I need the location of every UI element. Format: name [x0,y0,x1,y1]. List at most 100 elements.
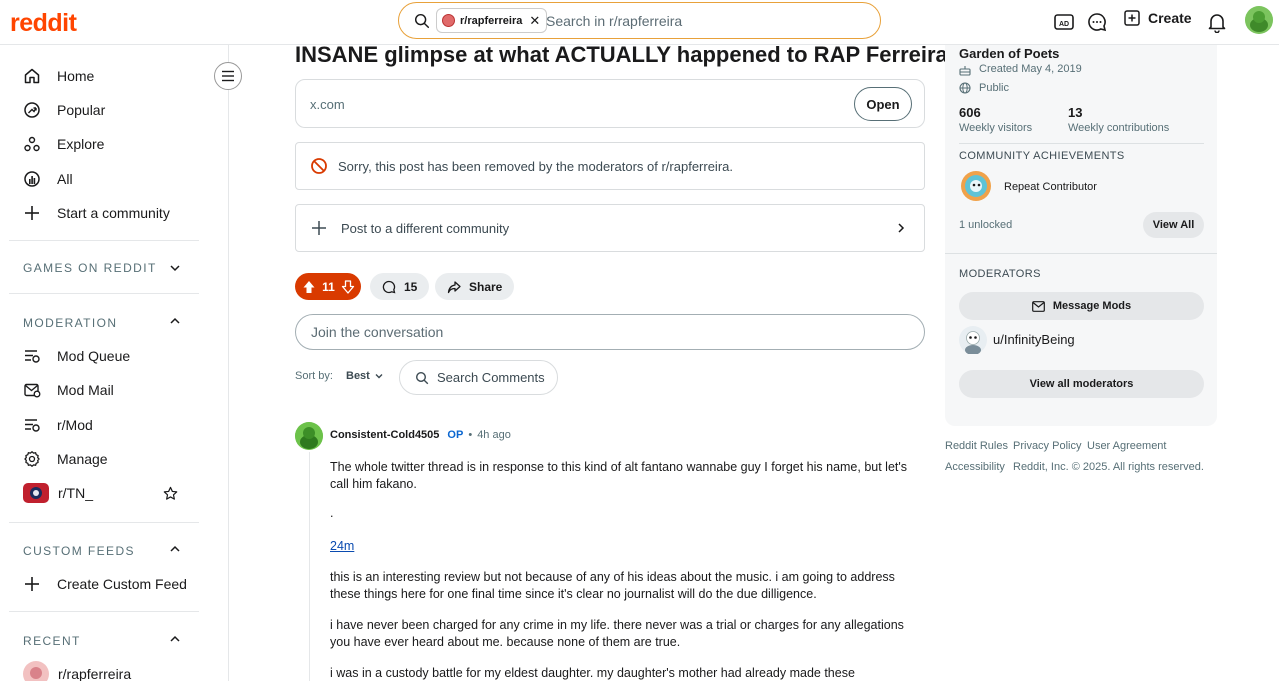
chat-icon[interactable] [1086,11,1108,33]
explore-icon [24,136,40,152]
sidebar-item-explore[interactable]: Explore [23,134,104,154]
community-name[interactable]: Garden of Poets [959,46,1059,61]
search-comments-button[interactable]: Search Comments [399,360,558,395]
search-comments-label: Search Comments [437,370,545,385]
sidebar-item-r-mod[interactable]: r/Mod [23,415,93,435]
panel-divider [959,143,1204,144]
comment-paragraph: . [330,506,334,520]
link-preview[interactable]: x.com Open [295,79,925,128]
sidebar-item-community-tn[interactable]: r/TN_ [23,483,93,503]
sidebar-item-all[interactable]: All [23,169,73,189]
comment-separator: • [468,429,473,441]
notifications-bell-icon[interactable] [1206,11,1228,33]
comment-author[interactable]: Consistent-Cold4505 [330,429,439,441]
sidebar-item-label: r/rapferreira [58,666,132,681]
hamburger-icon [222,70,234,82]
sidebar-item-popular[interactable]: Popular [23,100,105,120]
chip-close-icon[interactable]: ✕ [529,13,540,29]
chevron-down-icon [375,374,383,379]
sidebar-item-label: Mod Queue [57,348,131,364]
achievement-badge-icon[interactable] [960,170,992,202]
post-to-different-community[interactable]: Post to a different community [295,204,925,252]
post-title: INSANE glimpse at what ACTUALLY happened… [295,42,948,67]
comments-button[interactable]: 15 [370,273,430,300]
downvote-icon[interactable] [341,279,355,294]
footer-copyright: Reddit, Inc. © 2025. All rights reserved… [1013,461,1204,473]
recent-section-header[interactable]: RECENT [23,634,81,648]
community-avatar [23,661,49,681]
op-badge: OP [447,429,464,441]
sidebar-item-recent-rapferreira[interactable]: r/rapferreira [23,661,132,681]
sidebar-item-label: Start a community [57,205,170,221]
custom-feeds-section-header[interactable]: CUSTOM FEEDS [23,544,135,558]
comment-paragraph: i have never been charged for any crime … [330,618,904,649]
mod-queue-icon [25,350,40,363]
share-icon [447,280,461,293]
top-bar: reddit r/rapferreira ✕ AD Create [0,0,1279,45]
search-bar[interactable]: r/rapferreira ✕ [398,2,881,39]
sidebar-item-home[interactable]: Home [23,66,94,86]
moderator-avatar[interactable] [959,326,987,354]
message-mods-button[interactable]: Message Mods [959,292,1204,320]
sidebar-item-create-feed[interactable]: Create Custom Feed [23,574,187,594]
user-avatar-graphic [1245,6,1273,34]
comment-time: 4h ago [477,429,511,441]
sidebar-item-mod-queue[interactable]: Mod Queue [23,346,130,366]
games-section-header[interactable]: GAMES ON REDDIT [23,261,157,275]
sidebar-item-start-community[interactable]: Start a community [23,203,170,223]
view-all-achievements-button[interactable]: View All [1143,212,1204,238]
achievements-unlocked: 1 unlocked [959,219,1013,231]
view-all-moderators-button[interactable]: View all moderators [959,370,1204,398]
moderation-section-header[interactable]: MODERATION [23,316,117,330]
chevron-up-icon[interactable] [168,314,182,328]
community-avatar [23,483,49,503]
footer-link-privacy[interactable]: Privacy Policy [1013,440,1081,452]
moderator-name[interactable]: u/InfinityBeing [993,332,1075,347]
thread-line[interactable] [309,452,310,681]
gear-icon [24,451,40,467]
advertise-icon[interactable]: AD [1053,11,1075,33]
sidebar-item-manage[interactable]: Manage [23,449,108,469]
plus-icon [25,206,39,220]
all-icon [24,171,40,187]
comment-paragraph: this is an interesting review but not be… [330,570,895,601]
commenter-avatar-graphic [295,422,323,450]
search-input[interactable] [546,10,866,32]
plus-icon [312,221,326,235]
open-link-button[interactable]: Open [854,87,912,121]
footer-link-accessibility[interactable]: Accessibility [945,461,1005,473]
sidebar-item-mod-mail[interactable]: Mod Mail [23,380,114,400]
join-conversation-input[interactable]: Join the conversation [295,314,925,350]
sidebar-item-label: Mod Mail [57,382,114,398]
chevron-up-icon[interactable] [168,632,182,646]
sidebar-toggle-button[interactable] [214,62,242,90]
sort-value: Best [346,370,370,382]
community-search-chip[interactable]: r/rapferreira ✕ [436,8,548,33]
sidebar-item-label: Create Custom Feed [57,576,187,592]
commenter-avatar[interactable] [295,422,323,450]
footer-link-rules[interactable]: Reddit Rules [945,440,1008,452]
upvote-icon[interactable] [302,280,316,294]
reddit-logo[interactable]: reddit [10,9,77,38]
sidebar-item-label: All [57,171,73,187]
search-icon [415,371,429,384]
create-button[interactable]: Create [1124,10,1192,26]
footer-link-user-agreement[interactable]: User Agreement [1087,440,1166,452]
community-chip-avatar [442,14,455,27]
share-button[interactable]: Share [435,273,515,300]
sidebar-item-label: r/TN_ [58,485,93,501]
comments-count: 15 [404,279,418,294]
chevron-up-icon[interactable] [168,542,182,556]
sort-dropdown[interactable]: Best [346,370,384,382]
sidebar-divider [9,240,199,241]
chevron-down-icon[interactable] [168,261,182,275]
sidebar-divider [9,522,199,523]
user-avatar[interactable] [1245,6,1273,34]
star-icon[interactable] [163,486,178,501]
comment-link[interactable]: 24m [330,539,354,553]
chip-label: r/rapferreira [460,14,523,27]
sidebar-divider [9,611,199,612]
community-created: Created May 4, 2019 [979,63,1082,75]
weekly-visitors-value: 606 [959,105,981,120]
cake-icon [959,66,971,76]
